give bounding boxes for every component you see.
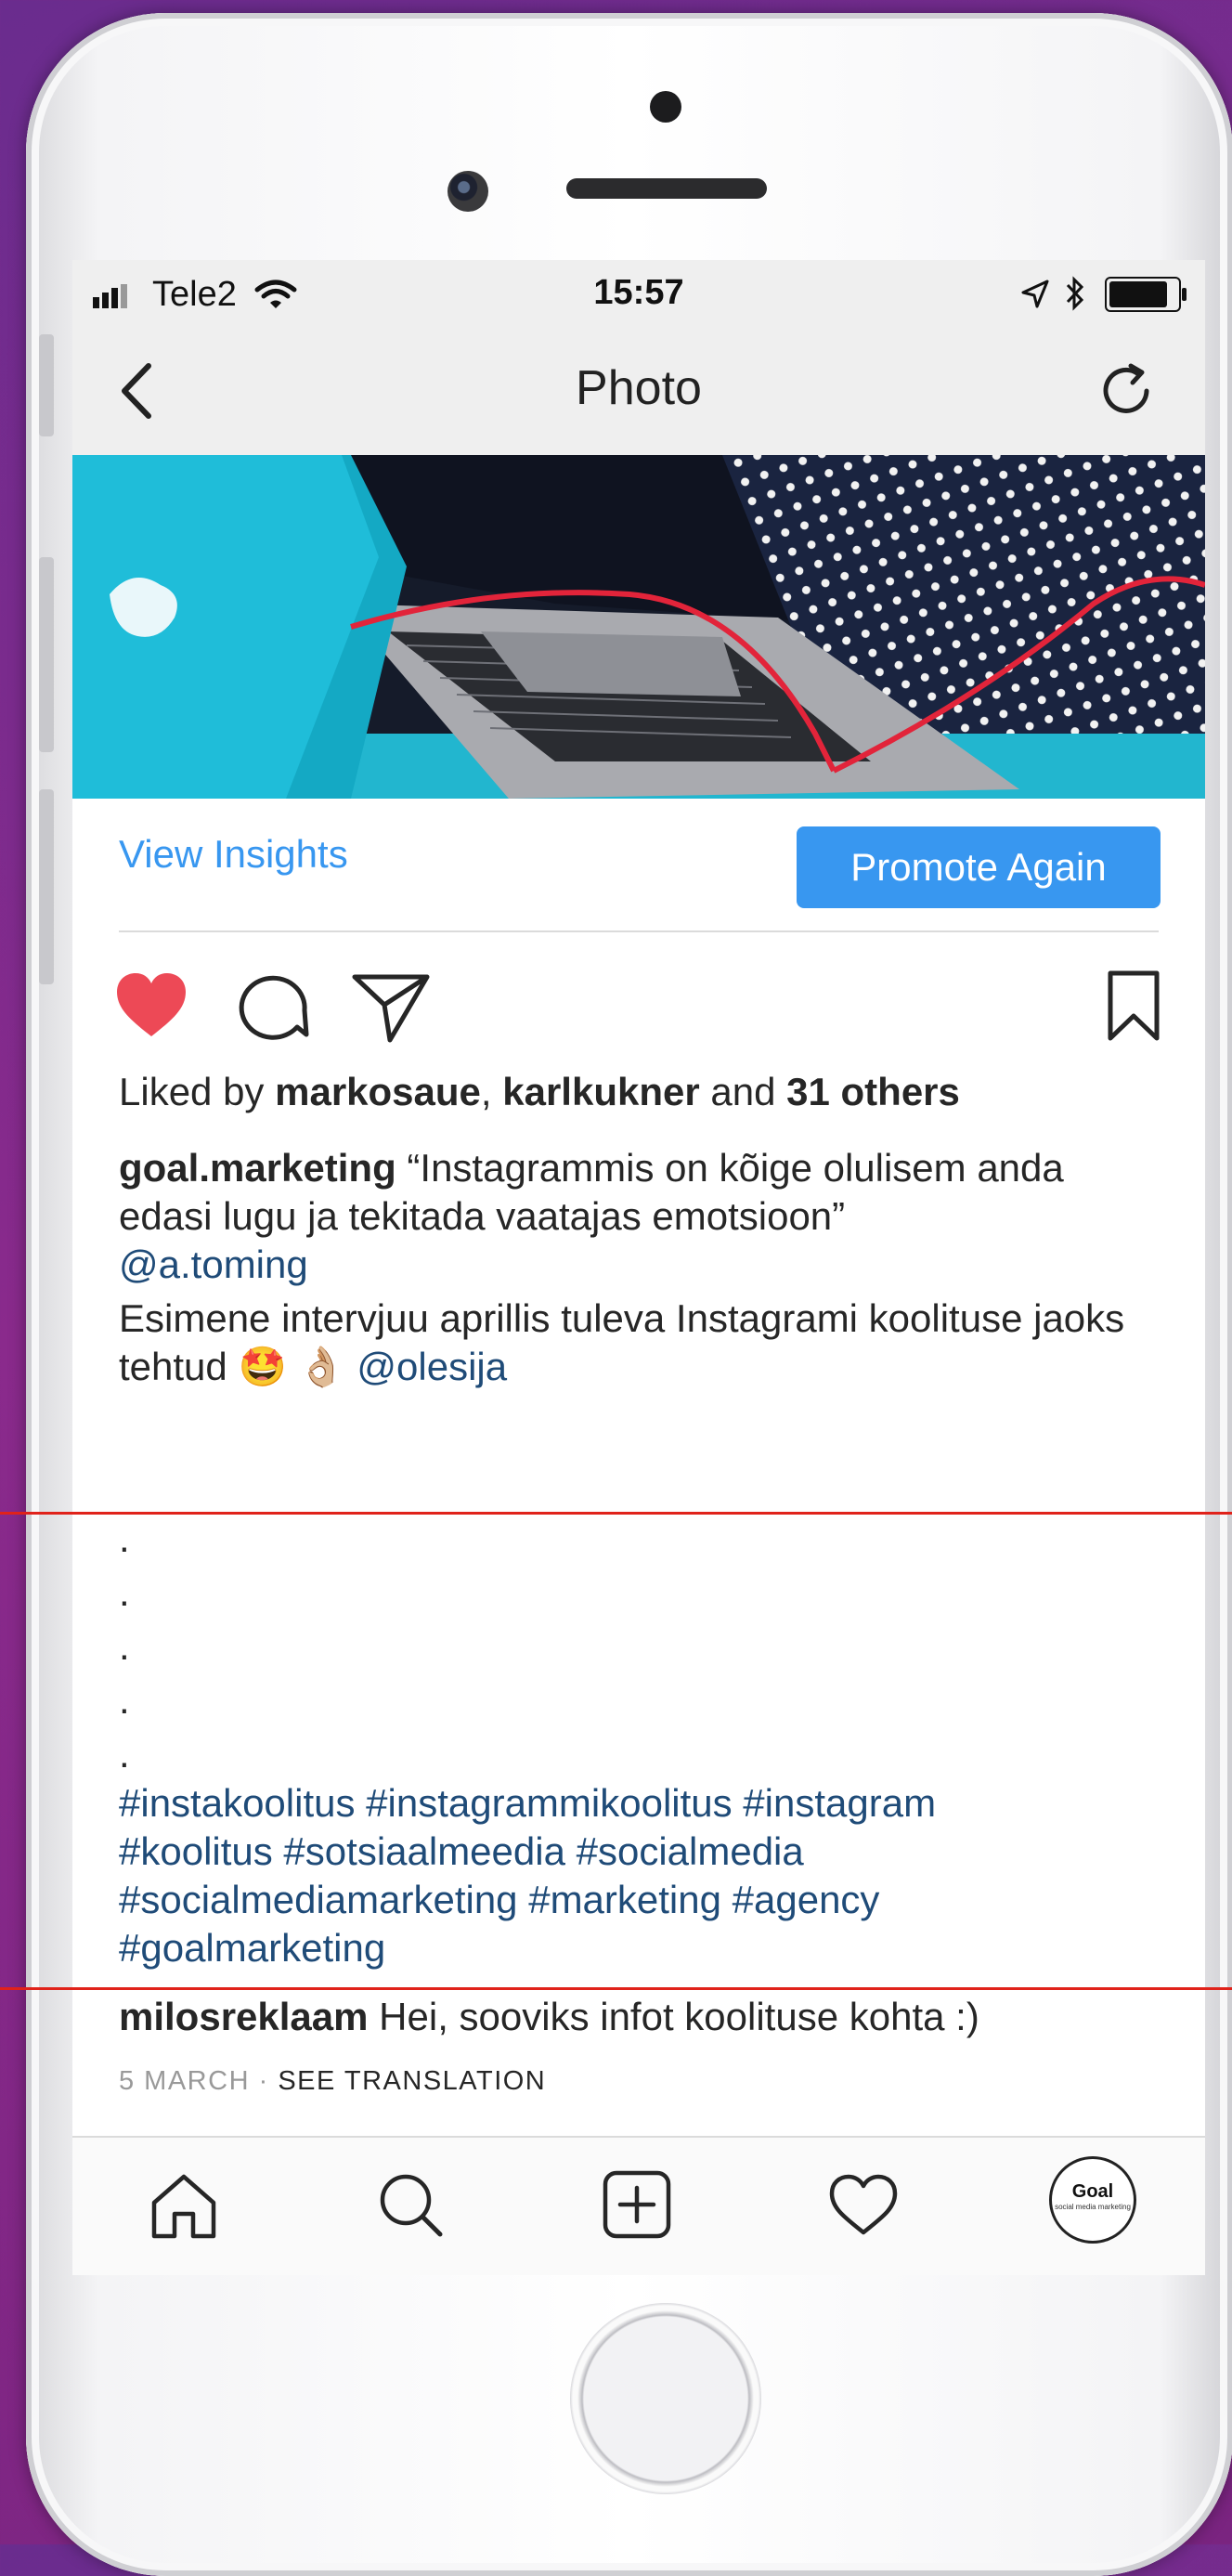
app-screen: Tele2 15:57 Photo View Insights Promote … (72, 260, 1205, 2275)
home-icon[interactable] (147, 2167, 221, 2242)
navigation-bar: Photo (72, 325, 1205, 455)
comment-text: Hei, sooviks infot koolituse kohta :) (379, 1995, 979, 2038)
volume-down-button (39, 789, 54, 984)
caption-dots: . . . . . (119, 1512, 1159, 1781)
liker-username[interactable]: karlkukner (502, 1070, 699, 1113)
divider (119, 930, 1159, 932)
search-icon[interactable] (373, 2167, 447, 2242)
caption: goal.marketing “Instagrammis on kõige ol… (119, 1144, 1159, 1289)
proximity-sensor (650, 91, 681, 123)
activity-heart-icon[interactable] (826, 2167, 901, 2242)
tab-bar: Goal social media marketing (72, 2136, 1205, 2275)
hashtag-line[interactable]: #goalmarketing (119, 1924, 1159, 1972)
share-icon[interactable] (349, 966, 433, 1046)
view-insights-link[interactable]: View Insights (119, 832, 348, 877)
comment: milosreklaam Hei, sooviks infot koolitus… (119, 1993, 1159, 2041)
refresh-icon[interactable] (1094, 358, 1159, 423)
likes-prefix: Liked by (119, 1070, 265, 1113)
caption-author[interactable]: goal.marketing (119, 1146, 396, 1190)
caption-dot: . (119, 1732, 130, 1776)
earpiece-speaker (566, 178, 767, 199)
bluetooth-icon (1066, 276, 1084, 311)
hashtags: #instakoolitus #instagrammikoolitus #ins… (119, 1779, 1159, 1972)
avatar-tagline: social media marketing (1055, 2203, 1131, 2211)
battery-icon (1105, 277, 1187, 312)
laptop-photo-image (72, 455, 1205, 799)
likes-others-link[interactable]: 31 others (786, 1070, 960, 1113)
liker-username[interactable]: markosaue (275, 1070, 481, 1113)
hashtag-line[interactable]: #socialmediamarketing #marketing #agency (119, 1876, 1159, 1924)
likes-line: Liked by markosaue, karlkukner and 31 ot… (119, 1068, 1159, 1116)
comment-author[interactable]: milosreklaam (119, 1995, 369, 2038)
caption-dot: . (119, 1678, 130, 1722)
volume-up-button (39, 557, 54, 752)
hashtag-line[interactable]: #koolitus #sotsiaalmeedia #socialmedia (119, 1828, 1159, 1876)
avatar-brand: Goal (1071, 2181, 1114, 2202)
home-button[interactable] (570, 2303, 761, 2494)
heart-filled-icon[interactable] (111, 966, 191, 1046)
insights-bar: View Insights Promote Again (72, 799, 1205, 929)
mention-link[interactable]: @a.toming (119, 1241, 1159, 1289)
post-photo[interactable] (72, 455, 1205, 799)
profile-avatar[interactable]: Goal social media marketing (1049, 2156, 1136, 2244)
bookmark-icon[interactable] (1101, 966, 1166, 1046)
caption-dot: . (119, 1516, 130, 1560)
mention-link[interactable]: @olesija (357, 1345, 507, 1388)
caption-dot: . (119, 1570, 130, 1614)
highlight-line-top (0, 1512, 1232, 1515)
see-translation-link[interactable]: SEE TRANSLATION (278, 2066, 546, 2096)
highlight-line-bottom (0, 1987, 1232, 1990)
comment-icon[interactable] (232, 966, 312, 1046)
add-post-icon[interactable] (600, 2167, 674, 2242)
comment-date: 5 MARCH (119, 2066, 251, 2096)
meta-separator: · (258, 2066, 269, 2096)
page-title: Photo (576, 361, 702, 415)
caption-body: Esimene intervjuu aprillis tuleva Instag… (119, 1295, 1159, 1391)
status-bar: Tele2 15:57 (72, 260, 1205, 325)
location-arrow-icon (1021, 280, 1049, 308)
mute-switch (39, 334, 54, 436)
post-actions (72, 966, 1205, 1049)
likes-separator: , (480, 1070, 492, 1113)
caption-emoji: 🤩 👌🏼 (238, 1345, 346, 1388)
likes-and: and (710, 1070, 776, 1113)
caption-dot: . (119, 1624, 130, 1668)
promote-again-button[interactable]: Promote Again (797, 826, 1161, 908)
front-camera (447, 171, 488, 212)
hashtag-line[interactable]: #instakoolitus #instagrammikoolitus #ins… (119, 1779, 1159, 1828)
comment-meta: 5 MARCH · SEE TRANSLATION (119, 2066, 546, 2097)
